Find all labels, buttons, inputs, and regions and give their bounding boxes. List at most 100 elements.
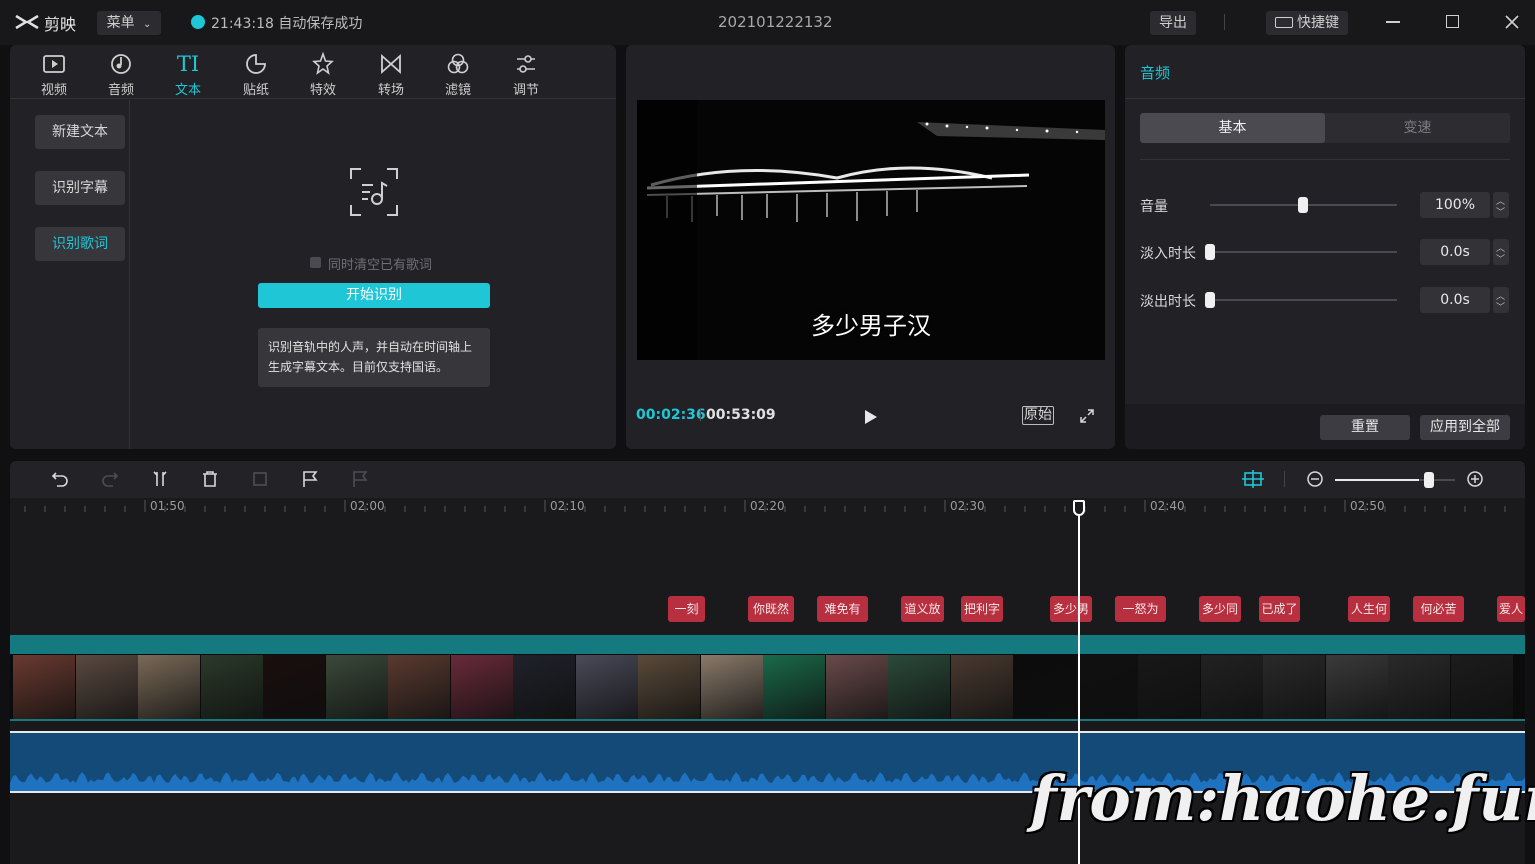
volume-value[interactable]: 100%	[1420, 192, 1490, 218]
tab-basic[interactable]: 基本	[1140, 113, 1325, 143]
apply-all-button[interactable]: 应用到全部	[1420, 415, 1510, 440]
delete-icon[interactable]	[201, 470, 219, 488]
tab-sticker[interactable]: 贴纸	[226, 51, 286, 99]
video-track-header[interactable]	[10, 635, 1525, 654]
video-track-thumbnails[interactable]	[10, 654, 1525, 720]
zoom-out-icon[interactable]	[1306, 470, 1324, 488]
aspect-ratio-button[interactable]: 原始	[1022, 406, 1054, 425]
recognize-subtitle-button[interactable]: 识别字幕	[35, 171, 125, 205]
media-panel: 视频 音频 TI 文本 贴纸 特效 转场 滤镜 调节 新建文本 识别字幕 识别歌…	[10, 45, 616, 449]
zoom-slider-knob[interactable]	[1424, 472, 1434, 488]
video-thumbnail	[1388, 655, 1450, 719]
start-recognition-button[interactable]: 开始识别	[258, 283, 490, 308]
video-thumbnail	[325, 655, 388, 719]
tab-filter[interactable]: 滤镜	[428, 51, 488, 99]
ruler-tick-label: 02:00	[350, 499, 385, 513]
redo-icon[interactable]	[101, 470, 119, 488]
video-thumbnail	[263, 655, 325, 719]
zoom-in-icon[interactable]	[1466, 470, 1484, 488]
fade-out-slider[interactable]	[1210, 299, 1397, 301]
timeline-toolbar	[10, 461, 1525, 498]
shortcut-button[interactable]: 快捷键	[1266, 11, 1348, 35]
fullscreen-icon[interactable]	[1080, 409, 1094, 423]
play-icon[interactable]	[864, 409, 878, 425]
time-divider	[700, 409, 701, 421]
tab-text[interactable]: TI 文本	[158, 51, 218, 99]
recognition-description: 识别音轨中的人声，并自动在时间轴上生成字幕文本。目前仅支持国语。	[258, 328, 490, 387]
fade-in-stepper[interactable]: ︿ ﹀	[1493, 239, 1509, 265]
chevron-down-icon[interactable]: ﹀	[1496, 252, 1505, 265]
video-track-border	[10, 719, 1525, 721]
sticker-icon	[246, 54, 266, 74]
maximize-icon[interactable]	[1446, 15, 1459, 28]
tab-speed[interactable]: 变速	[1325, 113, 1510, 143]
tab-effects[interactable]: 特效	[293, 51, 353, 99]
tab-transition[interactable]: 转场	[361, 51, 421, 99]
project-name: 202101222132	[718, 13, 833, 31]
lyric-clip[interactable]: 人生何	[1348, 596, 1390, 622]
tab-label: 特效	[309, 83, 336, 98]
magnet-snap-icon[interactable]	[1242, 470, 1264, 488]
lyric-clip[interactable]: 把利字	[961, 596, 1003, 622]
video-thumbnail	[1013, 655, 1075, 719]
export-button[interactable]: 导出	[1150, 11, 1196, 35]
fade-out-stepper[interactable]: ︿ ﹀	[1493, 287, 1509, 313]
video-preview[interactable]: 多少男子汉	[637, 100, 1105, 360]
lyric-clip[interactable]: 一刻	[668, 596, 705, 622]
chevron-down-icon[interactable]: ﹀	[1496, 205, 1505, 218]
lyric-clip[interactable]: 何必苦	[1413, 596, 1464, 622]
audio-properties-panel: 音频 基本 变速 音量 100% ︿ ﹀ 淡入时长 0.0s ︿ ﹀ 淡出时长 0.…	[1125, 45, 1525, 449]
panel-divider	[1125, 98, 1525, 99]
lyric-clip[interactable]: 多少男	[1050, 596, 1092, 622]
fade-out-label: 淡出时长	[1140, 294, 1196, 310]
close-icon[interactable]	[1505, 15, 1519, 29]
fade-out-value[interactable]: 0.0s	[1420, 287, 1490, 313]
total-time: 00:53:09	[706, 407, 776, 423]
chevron-down-icon[interactable]: ﹀	[1496, 300, 1505, 313]
menu-button[interactable]: 菜单 ⌄	[97, 11, 161, 35]
undo-icon[interactable]	[51, 470, 69, 488]
tab-label: 转场	[377, 83, 404, 98]
tab-video[interactable]: 视频	[24, 51, 84, 99]
fade-in-value[interactable]: 0.0s	[1420, 239, 1490, 265]
ruler-tick-label: 02:20	[750, 499, 785, 513]
volume-slider-knob[interactable]	[1298, 197, 1308, 213]
tab-adjust[interactable]: 调节	[496, 51, 556, 99]
remove-marker-icon[interactable]	[351, 470, 369, 488]
video-thumbnail	[763, 655, 825, 719]
lyric-clip[interactable]: 已成了	[1259, 596, 1300, 622]
tab-audio[interactable]: 音频	[91, 51, 151, 99]
video-thumbnail	[950, 655, 1013, 719]
lyric-clip[interactable]: 一怒为	[1115, 596, 1166, 622]
adjust-icon	[517, 55, 535, 73]
video-thumbnail	[1200, 655, 1263, 719]
lyric-clip[interactable]: 难免有	[817, 596, 868, 622]
lyric-clip[interactable]: 你既然	[748, 596, 794, 622]
app-name: 剪映	[44, 15, 77, 34]
minimize-icon[interactable]	[1386, 21, 1400, 23]
freeze-frame-icon[interactable]	[251, 470, 269, 488]
lyrics-recognition-icon	[350, 168, 398, 216]
fade-out-slider-knob[interactable]	[1205, 292, 1215, 308]
clear-lyrics-checkbox[interactable]	[310, 257, 321, 268]
keyboard-icon	[1275, 17, 1293, 28]
playhead-handle[interactable]	[1073, 500, 1085, 516]
volume-stepper[interactable]: ︿ ﹀	[1493, 192, 1509, 218]
fade-in-slider-knob[interactable]	[1205, 244, 1215, 260]
audio-icon	[111, 54, 131, 74]
save-check-icon	[191, 15, 205, 29]
fade-in-label: 淡入时长	[1140, 246, 1196, 262]
marker-icon[interactable]	[301, 470, 319, 488]
new-text-button[interactable]: 新建文本	[35, 115, 125, 149]
fade-in-slider[interactable]	[1210, 251, 1397, 253]
effects-icon	[312, 51, 334, 75]
lyric-clip[interactable]: 爱人	[1497, 596, 1525, 622]
reset-button[interactable]: 重置	[1320, 415, 1410, 440]
zoom-slider[interactable]	[1335, 479, 1455, 481]
lyric-clip[interactable]: 道义放	[901, 596, 944, 622]
lyric-clip[interactable]: 多少同	[1199, 596, 1241, 622]
recognize-lyrics-button[interactable]: 识别歌词	[35, 227, 125, 261]
split-icon[interactable]	[151, 470, 169, 488]
text-icon: TI	[176, 52, 200, 76]
tab-label: 贴纸	[242, 83, 269, 98]
